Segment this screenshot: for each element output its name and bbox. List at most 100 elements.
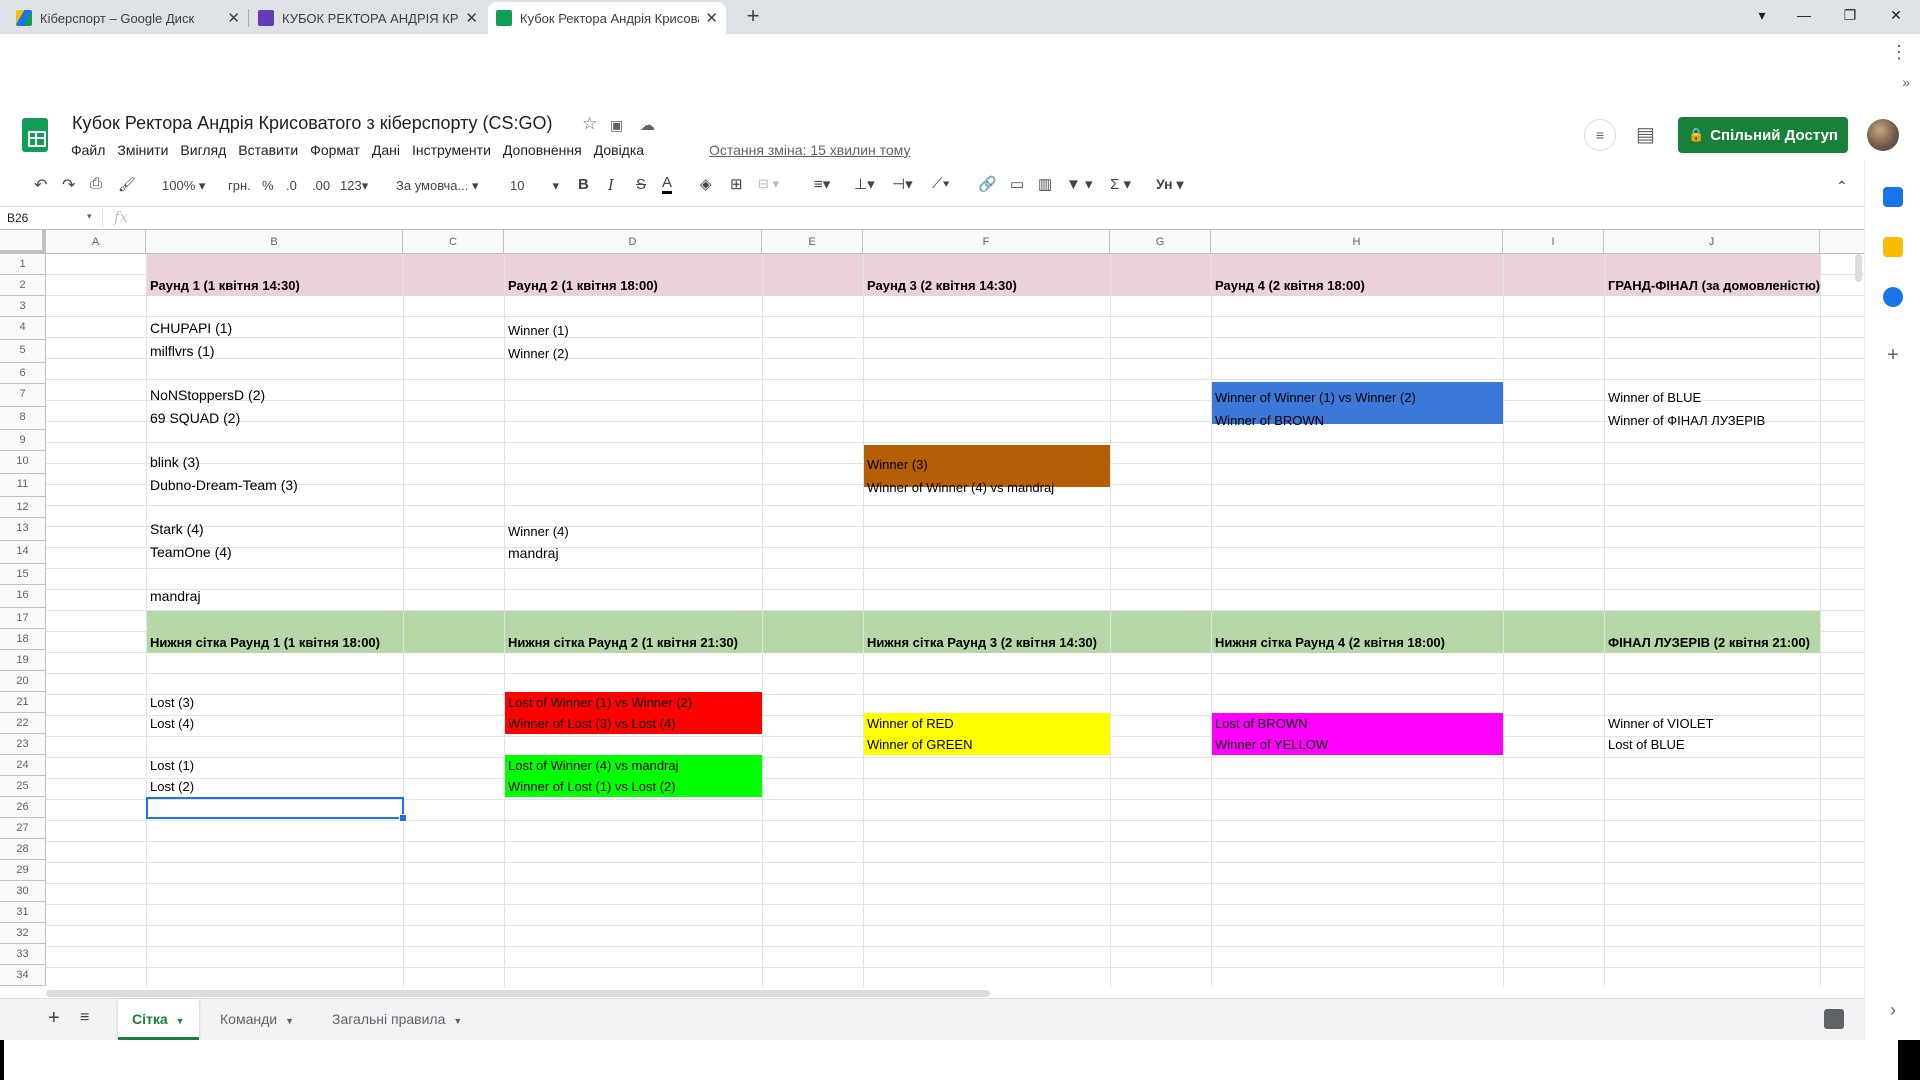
column-header-i[interactable]: I (1503, 230, 1604, 254)
menu-edit[interactable]: Змінити (117, 142, 168, 158)
window-close-button[interactable]: ✕ (1876, 0, 1916, 30)
cell-h7[interactable]: Winner of Winner (1) vs Winner (2) (1211, 387, 1416, 408)
column-header-f[interactable]: F (863, 230, 1110, 254)
cell-f23[interactable]: Winner of GREEN (863, 734, 972, 755)
extensions-overflow-icon[interactable]: » (1902, 74, 1910, 90)
menu-addons[interactable]: Доповнення (503, 142, 582, 158)
star-icon[interactable]: ☆ (582, 114, 597, 134)
cell-h23[interactable]: Winner of YELLOW (1211, 734, 1328, 755)
row-header[interactable]: 2 (0, 275, 46, 296)
row-header[interactable]: 29 (0, 860, 46, 881)
cell-f11[interactable]: Winner of Winner (4) vs mandraj (863, 477, 1054, 498)
row-header[interactable]: 25 (0, 776, 46, 797)
text-color-button[interactable]: A (662, 175, 673, 194)
cell-b13[interactable]: Stark (4) (146, 519, 204, 540)
column-header-b[interactable]: B (146, 230, 403, 254)
fill-color-icon[interactable]: ◈ (700, 175, 712, 193)
borders-icon[interactable]: ⊞ (730, 175, 743, 193)
cell-h8[interactable]: Winner of BROWN (1211, 410, 1324, 431)
column-header-g[interactable]: G (1110, 230, 1211, 254)
add-sheet-icon[interactable]: + (48, 1007, 60, 1030)
row-header[interactable]: 4 (0, 317, 46, 340)
column-header-h[interactable]: H (1211, 230, 1503, 254)
increase-decimal-button[interactable]: .00 (312, 178, 330, 193)
cell-d24[interactable]: Lost of Winner (4) vs mandraj (504, 755, 679, 776)
document-title[interactable]: Кубок Ректора Андрія Крисоватого з кібер… (72, 113, 553, 134)
tasks-icon[interactable] (1883, 287, 1903, 307)
row-header[interactable]: 22 (0, 713, 46, 734)
text-wrap-icon[interactable]: ⊣▾ (892, 175, 913, 193)
cell-j2[interactable]: ГРАНД-ФІНАЛ (за домовленістю) (1604, 275, 1820, 296)
row-header[interactable]: 13 (0, 518, 46, 541)
cell-d14[interactable]: mandraj (504, 543, 559, 564)
cell-d4[interactable]: Winner (1) (504, 320, 569, 341)
row-header[interactable]: 3 (0, 296, 46, 317)
cell-b21[interactable]: Lost (3) (146, 692, 194, 713)
column-header-d[interactable]: D (504, 230, 762, 254)
profile-menu-icon[interactable]: ▾ (1742, 0, 1782, 30)
cell-d13[interactable]: Winner (4) (504, 521, 569, 542)
row-header[interactable]: 31 (0, 902, 46, 923)
cell-f19[interactable]: Нижня сітка Раунд 3 (2 квітня 14:30) (863, 632, 1097, 653)
row-header[interactable]: 23 (0, 734, 46, 755)
decrease-decimal-button[interactable]: .0 (286, 178, 297, 193)
font-size-select[interactable]: 10 ▾ (510, 178, 559, 194)
text-rotation-icon[interactable]: ⟋▾ (932, 175, 950, 192)
cell-j23[interactable]: Lost of BLUE (1604, 734, 1685, 755)
explore-icon[interactable] (1824, 1009, 1844, 1029)
horizontal-scrollbar[interactable] (46, 988, 1864, 998)
browser-menu-icon[interactable]: ⋮ (1890, 42, 1908, 63)
percent-format-button[interactable]: % (262, 178, 274, 193)
row-header[interactable]: 24 (0, 755, 46, 776)
column-header-e[interactable]: E (762, 230, 863, 254)
vertical-align-icon[interactable]: ⊥▾ (854, 175, 875, 193)
zoom-select[interactable]: 100% ▾ (162, 178, 205, 194)
sheet-tab-rules[interactable]: Загальні правила ▼ (318, 999, 476, 1040)
vertical-scrollbar[interactable] (1852, 254, 1864, 984)
print-icon[interactable]: ⎙ (90, 175, 102, 192)
cell-b22[interactable]: Lost (4) (146, 713, 194, 734)
cell-b10[interactable]: blink (3) (146, 452, 200, 473)
comments-icon[interactable]: ▤ (1636, 122, 1655, 147)
column-header-j[interactable]: J (1604, 230, 1820, 254)
selected-cell-b26[interactable] (146, 797, 407, 822)
row-header[interactable]: 5 (0, 340, 46, 363)
column-header-a[interactable]: A (46, 230, 146, 254)
row-header[interactable]: 21 (0, 692, 46, 713)
scrollbar-thumb[interactable] (46, 990, 990, 997)
row-header[interactable]: 8 (0, 407, 46, 430)
name-box[interactable]: B26 ▾ (7, 211, 92, 225)
font-family-select[interactable]: За умовча... ▾ (396, 178, 479, 194)
sheet-tab-grid[interactable]: Сітка ▼ (118, 999, 199, 1040)
cell-b7[interactable]: NoNStoppersD (2) (146, 385, 265, 406)
new-tab-button[interactable]: + (738, 2, 768, 32)
close-icon[interactable]: ✕ (227, 9, 240, 27)
cell-b19[interactable]: Нижня сітка Раунд 1 (1 квітня 18:00) (146, 632, 380, 653)
row-header[interactable]: 19 (0, 650, 46, 671)
cell-b16[interactable]: mandraj (146, 586, 201, 607)
row-header[interactable]: 33 (0, 944, 46, 965)
cell-j8[interactable]: Winner of ФІНАЛ ЛУЗЕРІВ (1604, 410, 1765, 431)
minimize-button[interactable]: — (1784, 0, 1824, 30)
cell-h22[interactable]: Lost of BROWN (1211, 713, 1307, 734)
row-header[interactable]: 6 (0, 363, 46, 384)
row-header[interactable]: 12 (0, 497, 46, 518)
row-header[interactable]: 34 (0, 965, 46, 986)
merge-cells-icon[interactable]: ⊟ ▾ (758, 176, 779, 192)
row-header[interactable]: 15 (0, 564, 46, 585)
keep-icon[interactable] (1883, 237, 1903, 257)
cell-j19[interactable]: ФІНАЛ ЛУЗЕРІВ (2 квітня 21:00) (1604, 632, 1810, 653)
cell-b2[interactable]: Раунд 1 (1 квітня 14:30) (146, 275, 300, 296)
menu-format[interactable]: Формат (310, 142, 360, 158)
row-header[interactable]: 30 (0, 881, 46, 902)
filter-icon[interactable]: ▼ ▾ (1066, 175, 1093, 193)
last-edit-link[interactable]: Остання зміна: 15 хвилин тому (709, 142, 910, 158)
insert-comment-icon[interactable]: ▭ (1010, 175, 1024, 193)
sheets-logo-icon[interactable] (22, 118, 48, 152)
menu-data[interactable]: Дані (372, 142, 400, 158)
bold-button[interactable]: B (578, 176, 589, 193)
all-sheets-icon[interactable]: ≡ (80, 1009, 89, 1027)
select-all-corner[interactable] (0, 230, 46, 254)
activity-dashboard-icon[interactable]: ≡ (1584, 119, 1616, 151)
menu-tools[interactable]: Інструменти (412, 142, 491, 158)
